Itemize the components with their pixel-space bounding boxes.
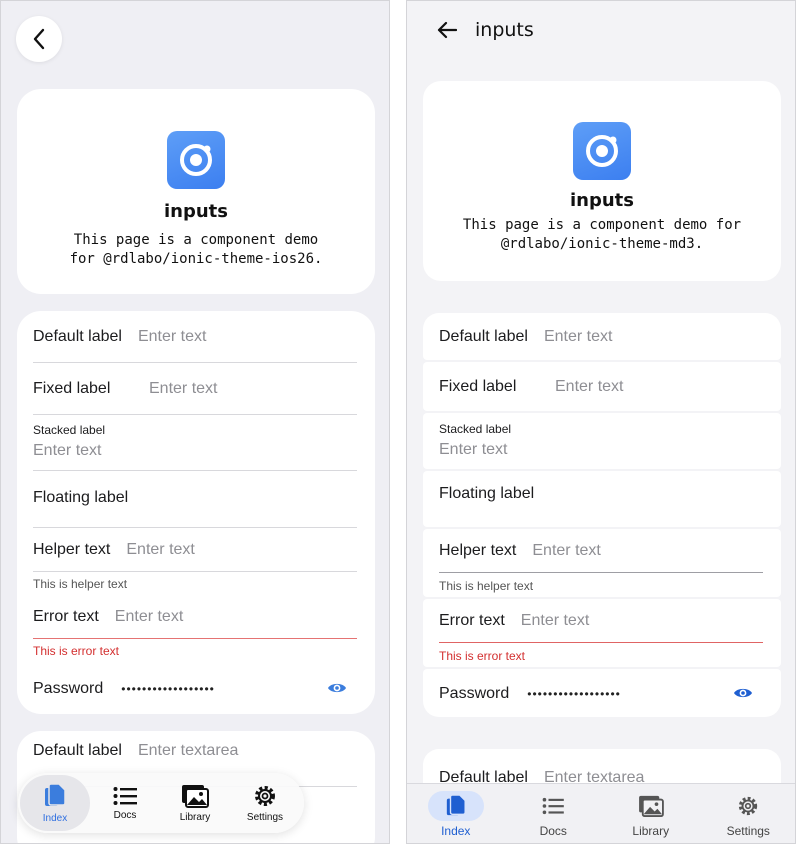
- tab-index[interactable]: Index: [20, 775, 90, 831]
- helper-note: This is helper text: [439, 579, 534, 593]
- tab-bar: Index Docs Library Settings: [407, 783, 796, 843]
- error-text-input[interactable]: Error text Enter text This is error text: [423, 599, 781, 667]
- settings-icon: [255, 785, 275, 806]
- md-theme-screen: inputs inputs This page is a component d…: [406, 0, 796, 844]
- helper-note: This is helper text: [33, 577, 128, 591]
- ionic-logo-icon: [573, 122, 631, 180]
- tab-library[interactable]: Library: [602, 784, 700, 843]
- stacked-label-input[interactable]: Stacked label Enter text: [33, 423, 359, 467]
- ionic-logo-icon: [167, 131, 225, 189]
- list-icon: [113, 786, 137, 805]
- show-password-eye-icon[interactable]: [733, 686, 753, 705]
- documents-icon: [45, 782, 66, 806]
- documents-icon: [446, 794, 466, 816]
- images-icon: [182, 784, 209, 808]
- floating-label-input[interactable]: Floating label: [33, 486, 359, 510]
- hero-description: This page is a component demo for @rdlab…: [462, 217, 742, 252]
- password-input[interactable]: Password ••••••••••••••••••: [423, 669, 781, 717]
- inputs-card: Default label Enter text Fixed label Ent…: [17, 311, 375, 714]
- error-note: This is error text: [439, 649, 526, 663]
- ios-theme-screen: inputs This page is a component demo for…: [0, 0, 390, 844]
- tab-docs[interactable]: Docs: [90, 775, 160, 831]
- divider: [33, 527, 357, 528]
- divider: [439, 572, 763, 573]
- helper-text-input[interactable]: Helper text Enter text: [33, 538, 359, 562]
- back-button[interactable]: [16, 16, 62, 62]
- stacked-label-input[interactable]: Stacked label Enter text: [423, 413, 781, 469]
- hero-card: inputs This page is a component demo for…: [17, 89, 375, 294]
- tab-bar: Index Docs Library Settings: [18, 773, 304, 833]
- error-divider: [439, 642, 763, 643]
- chevron-left-icon: [33, 28, 45, 50]
- hero-description: This page is a component demo for @rdlab…: [69, 232, 323, 267]
- floating-label-input[interactable]: Floating label: [423, 471, 781, 527]
- settings-icon: [739, 796, 758, 816]
- page-title: inputs: [475, 19, 534, 41]
- hero-title: inputs: [569, 190, 634, 211]
- error-note: This is error text: [33, 644, 120, 658]
- default-label-input[interactable]: Default label Enter text: [423, 313, 781, 360]
- divider: [33, 414, 357, 415]
- divider: [33, 470, 357, 471]
- tab-index[interactable]: Index: [407, 784, 505, 843]
- textarea-input[interactable]: Default label Enter textarea: [33, 739, 359, 763]
- tab-settings[interactable]: Settings: [700, 784, 796, 843]
- list-icon: [542, 797, 565, 815]
- divider: [33, 362, 357, 363]
- images-icon: [638, 795, 664, 817]
- divider: [33, 571, 357, 572]
- back-button[interactable]: [437, 21, 457, 39]
- fixed-label-input[interactable]: Fixed label Enter text: [423, 362, 781, 411]
- error-divider: [33, 638, 357, 639]
- tab-settings[interactable]: Settings: [230, 775, 300, 831]
- helper-text-input[interactable]: Helper text Enter text This is helper te…: [423, 529, 781, 597]
- show-password-eye-icon[interactable]: [327, 681, 347, 700]
- default-label-input[interactable]: Default label Enter text: [33, 325, 359, 349]
- hero-card: inputs This page is a component demo for…: [423, 81, 781, 281]
- error-text-input[interactable]: Error text Enter text: [33, 605, 359, 629]
- arrow-back-icon: [437, 21, 457, 39]
- tab-library[interactable]: Library: [160, 775, 230, 831]
- fixed-label-input[interactable]: Fixed label Enter text: [33, 377, 359, 401]
- tab-docs[interactable]: Docs: [505, 784, 603, 843]
- password-input[interactable]: Password ••••••••••••••••••: [33, 677, 359, 701]
- screenshot-root: inputs This page is a component demo for…: [0, 0, 796, 844]
- toolbar: inputs: [407, 1, 795, 59]
- hero-title: inputs: [163, 201, 228, 222]
